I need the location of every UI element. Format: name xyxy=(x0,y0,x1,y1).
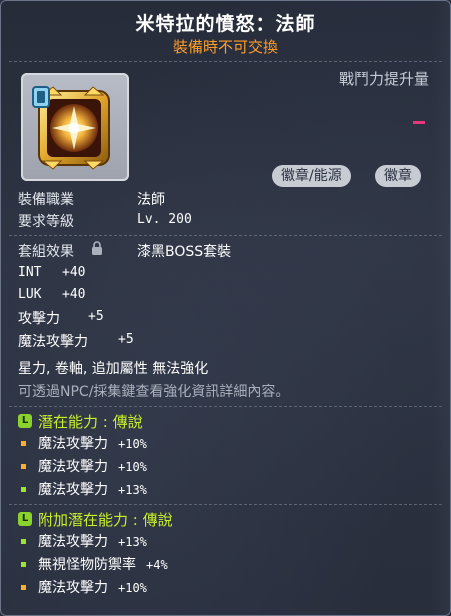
stat-value: +40 xyxy=(62,287,86,302)
additional-stat-name: 魔法攻擊力 xyxy=(38,534,108,550)
divider xyxy=(9,61,442,63)
tooltip-edge xyxy=(432,1,450,615)
trade-restriction: 裝備時不可交換 xyxy=(172,38,278,56)
stat-value: +40 xyxy=(62,265,86,280)
additional-stat-value: +4% xyxy=(146,558,168,572)
stat-name: LUK xyxy=(18,287,42,302)
divider xyxy=(9,504,442,506)
potential-stat-value: +13% xyxy=(118,483,147,497)
additional-stat-value: +10% xyxy=(118,581,147,595)
additional-stat-name: 魔法攻擊力 xyxy=(38,580,108,596)
potential-line: 魔法攻擊力 +13% xyxy=(38,479,147,499)
stat-value: +5 xyxy=(88,309,104,324)
job-value: 法師 xyxy=(137,192,165,208)
legendary-grade-icon: L xyxy=(18,414,32,428)
potential-line: 魔法攻擊力 +10% xyxy=(38,456,147,476)
level-label: 要求等級 xyxy=(18,214,74,230)
power-increase-label: 戰鬥力提升量 xyxy=(338,70,429,88)
potential-line: 魔法攻擊力 +10% xyxy=(38,433,147,453)
potential-stat-name: 魔法攻擊力 xyxy=(38,482,108,498)
mitra-emblem-icon xyxy=(32,86,110,170)
potential-stat-name: 魔法攻擊力 xyxy=(38,459,108,475)
additional-potential-line: 魔法攻擊力 +13% xyxy=(38,531,147,551)
item-tooltip: 米特拉的憤怒：法師 裝備時不可交換 戰鬥力提升量 徽章/能源 徽章 裝備職業 法… xyxy=(0,0,451,616)
legendary-grade-icon: L xyxy=(18,512,32,526)
set-effect-label: 套組效果 xyxy=(18,244,74,260)
set-effect-value: 漆黑BOSS套裝 xyxy=(137,244,232,260)
divider xyxy=(9,235,442,237)
enhancement-hint: 可透過NPC/採集鍵查看強化資訊詳細內容。 xyxy=(18,384,290,400)
enhancement-flags: 星力, 卷軸, 追加屬性 無法強化 xyxy=(18,361,209,377)
potential-stat-value: +10% xyxy=(118,460,147,474)
stat-name: INT xyxy=(18,265,42,280)
bullet-icon xyxy=(21,464,26,469)
bullet-icon xyxy=(21,487,26,492)
power-increase-indicator xyxy=(413,121,425,124)
additional-potential-line: 無視怪物防禦率 +4% xyxy=(38,554,168,574)
emblem-energy-badge: 徽章/能源 xyxy=(272,165,351,187)
divider xyxy=(9,406,442,408)
additional-potential-title: 附加潛在能力 : 傳說 xyxy=(38,511,173,529)
bullet-icon xyxy=(21,585,26,590)
bullet-icon xyxy=(21,539,26,544)
potential-stat-name: 魔法攻擊力 xyxy=(38,436,108,452)
stat-name: 魔法攻擊力 xyxy=(18,334,88,350)
bullet-icon xyxy=(21,562,26,567)
additional-potential-line: 魔法攻擊力 +10% xyxy=(38,577,147,597)
potential-title: 潛在能力 : 傳說 xyxy=(38,413,143,431)
emblem-badge: 徽章 xyxy=(375,165,421,187)
level-value: Lv. 200 xyxy=(137,212,192,227)
lock-icon xyxy=(92,241,102,255)
job-label: 裝備職業 xyxy=(18,192,74,208)
item-name: 米特拉的憤怒：法師 xyxy=(135,13,316,35)
bullet-icon xyxy=(21,441,26,446)
additional-stat-name: 無視怪物防禦率 xyxy=(38,557,136,573)
additional-stat-value: +13% xyxy=(118,535,147,549)
stat-value: +5 xyxy=(118,332,134,347)
potential-stat-value: +10% xyxy=(118,437,147,451)
stat-name: 攻擊力 xyxy=(18,311,60,327)
